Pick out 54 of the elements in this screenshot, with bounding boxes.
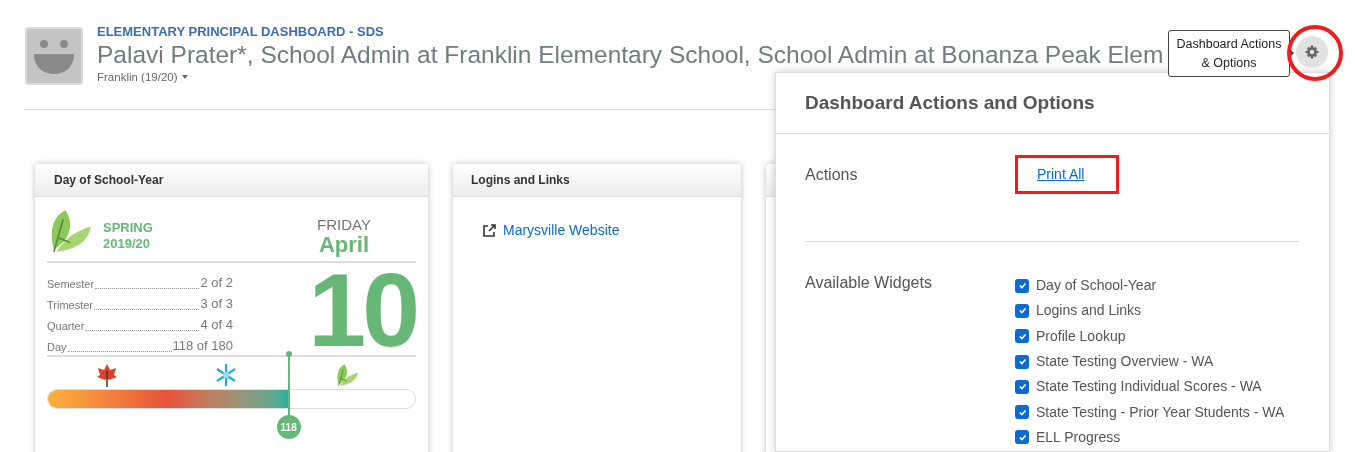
stat-value: 4 of 4 xyxy=(200,315,233,334)
tooltip: Dashboard Actions & Options xyxy=(1168,30,1290,77)
stat-label: Day xyxy=(47,339,67,355)
print-all-link[interactable]: Print All xyxy=(1015,155,1119,194)
day-badge: 118 xyxy=(276,415,301,439)
stat-label: Semester xyxy=(47,276,95,292)
check-icon xyxy=(1017,382,1027,392)
external-link-icon xyxy=(482,223,496,238)
widget-title: Day of School-Year xyxy=(54,172,164,189)
progress-marker xyxy=(285,351,292,417)
checkbox[interactable] xyxy=(1015,379,1029,394)
leaf-icon xyxy=(335,363,360,387)
widget-option: Profile Lookup xyxy=(1036,325,1126,347)
widget-title: Logins and Links xyxy=(471,172,570,189)
widget-option: State Testing Individual Scores - WA xyxy=(1036,376,1262,398)
stat-label: Trimester xyxy=(47,297,94,313)
check-icon xyxy=(1017,407,1027,417)
checkbox[interactable] xyxy=(1015,430,1029,445)
day-number: 10 xyxy=(308,263,416,355)
weekday: FRIDAY xyxy=(317,216,371,233)
stat-value: 3 of 3 xyxy=(200,294,233,313)
stat-value: 118 of 180 xyxy=(172,336,233,355)
checkbox[interactable] xyxy=(1015,303,1029,318)
check-icon xyxy=(1017,357,1027,367)
checkbox[interactable] xyxy=(1015,329,1029,344)
checkbox[interactable] xyxy=(1015,405,1029,420)
check-icon xyxy=(1017,281,1027,291)
season: SPRING xyxy=(103,220,153,236)
section-label: Available Widgets xyxy=(805,273,933,293)
stat-value: 2 of 2 xyxy=(200,273,233,292)
user-title: Palavi Prater*, School Admin at Franklin Elementary School, School Admin at Bonanza Peak Elem xyxy=(97,40,1164,70)
checkbox[interactable] xyxy=(1015,278,1029,293)
settings-button[interactable] xyxy=(1296,36,1328,68)
avatar xyxy=(25,27,83,85)
checkbox[interactable] xyxy=(1015,354,1029,369)
section-label: Actions xyxy=(805,165,859,185)
snowflake-icon xyxy=(215,363,238,387)
school-selector[interactable]: Franklin (19/20) xyxy=(97,70,188,84)
check-icon xyxy=(1017,306,1027,316)
widget-option: State Testing - Prior Year Students - WA xyxy=(1036,401,1285,423)
widget-option: Day of School-Year xyxy=(1036,275,1157,297)
stat-label: Quarter xyxy=(47,318,85,334)
widget-option: Logins and Links xyxy=(1036,300,1142,322)
school-year: 2019/20 xyxy=(103,236,151,252)
widget-option: ELL Progress xyxy=(1036,426,1121,448)
website-link[interactable]: Marysville Website xyxy=(503,220,620,241)
widget-option: State Testing Overview - WA xyxy=(1036,351,1214,373)
maple-leaf-icon xyxy=(95,363,118,387)
check-icon xyxy=(1017,432,1027,442)
settings-icon xyxy=(1304,44,1320,60)
dashboard-title: ELEMENTARY PRINCIPAL DASHBOARD - SDS xyxy=(97,24,385,40)
check-icon xyxy=(1017,331,1027,341)
month: April xyxy=(318,233,371,257)
panel-title: Dashboard Actions and Options xyxy=(805,90,1095,115)
